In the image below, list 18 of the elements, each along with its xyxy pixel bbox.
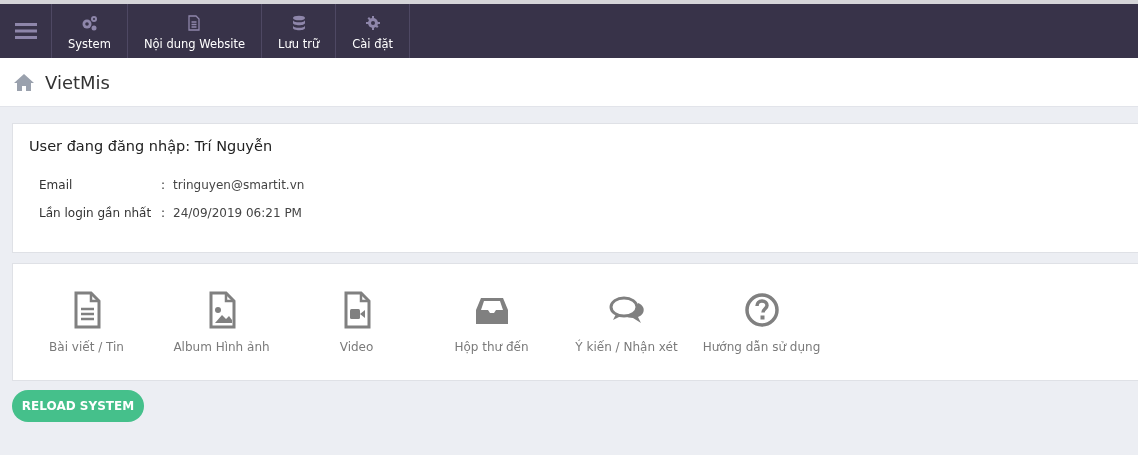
- shortcut-link[interactable]: Album Hình ảnh: [154, 264, 289, 380]
- shortcut-link[interactable]: Hướng dẫn sử dụng: [694, 264, 829, 380]
- field-label: Email: [39, 178, 74, 192]
- shortcut-link[interactable]: Video: [289, 264, 424, 380]
- separator: :: [161, 206, 167, 220]
- shortcut-link[interactable]: Ý kiến / Nhận xét: [559, 264, 694, 380]
- separator: :: [161, 178, 167, 192]
- gears-icon: [80, 15, 99, 31]
- home-icon: [13, 73, 35, 91]
- field-value: tringuyen@smartit.vn: [173, 178, 305, 192]
- shortcut-link[interactable]: Bài viết / Tin: [19, 264, 154, 380]
- field-value: 24/09/2019 06:21 PM: [173, 206, 302, 220]
- menu-icon: [14, 22, 37, 40]
- settings-icon: [363, 15, 382, 31]
- shortcut-link[interactable]: Hộp thư đến: [424, 264, 559, 380]
- card-heading: User đang đăng nhập: Trí Nguyễn: [29, 137, 274, 154]
- page-title: VietMis: [45, 71, 110, 93]
- field-label: Lần login gần nhất: [39, 206, 153, 220]
